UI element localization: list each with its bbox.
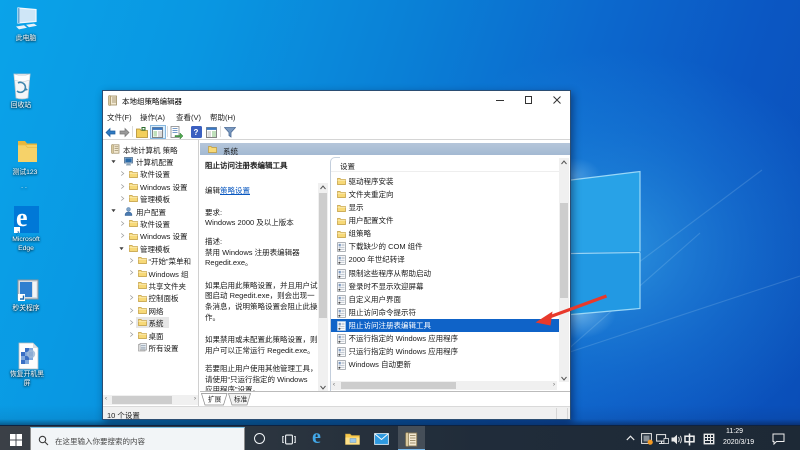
svg-text:扩展: 扩展 <box>208 394 222 403</box>
svg-text:标准: 标准 <box>234 394 248 403</box>
